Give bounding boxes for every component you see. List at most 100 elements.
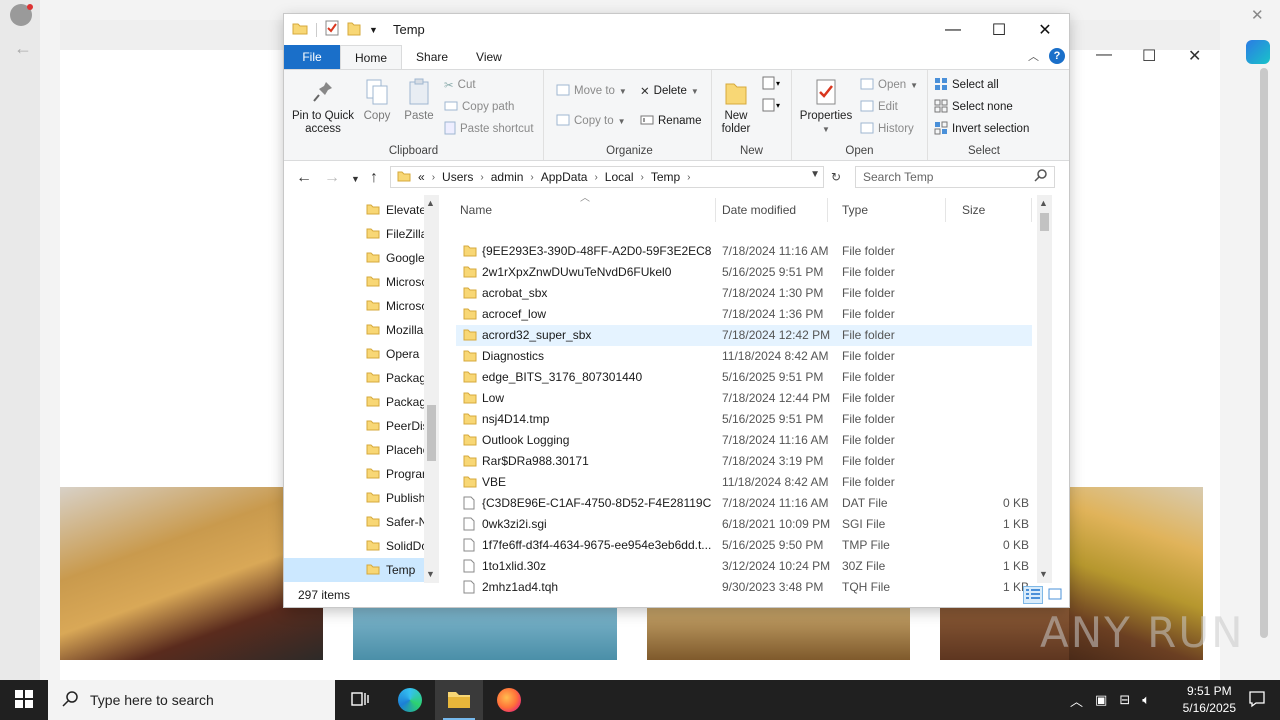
file-scrollbar[interactable]: ▲ ▼ [1037, 195, 1052, 583]
refresh-button[interactable]: ↻ [827, 166, 845, 188]
file-scroll-up-icon[interactable]: ▲ [1039, 198, 1048, 208]
file-row[interactable]: acrocef_low 7/18/2024 1:36 PM File folder [456, 304, 1032, 325]
pin-quick-access-button[interactable]: Pin to Quick access [288, 76, 358, 136]
file-row[interactable]: 2w1rXpxZnwDUwuTeNvdD6FUkel0 5/16/2025 9:5… [456, 262, 1032, 283]
properties-qat-icon[interactable] [325, 20, 339, 39]
file-row[interactable]: acrord32_super_sbx 7/18/2024 12:42 PM File… [456, 325, 1032, 346]
column-header-size[interactable]: Size [948, 198, 1032, 222]
file-row[interactable]: 1to1xlid.30z 3/12/2024 10:24 PM 30Z File 1 … [456, 556, 1032, 577]
breadcrumb-item[interactable]: AppData [541, 170, 588, 184]
file-row[interactable]: Diagnostics 11/18/2024 8:42 AM File folder [456, 346, 1032, 367]
file-row[interactable]: Rar$DRa988.30171 7/18/2024 3:19 PM File fo… [456, 451, 1032, 472]
nav-item[interactable]: Mozilla [284, 318, 424, 342]
forward-button[interactable]: → [324, 169, 340, 187]
copy-to-button[interactable]: Copy to ▼ [556, 112, 626, 130]
address-dropdown-icon[interactable]: ▼ [810, 169, 820, 180]
task-view-button[interactable] [336, 680, 384, 720]
maximize-button[interactable]: ☐ [976, 14, 1022, 45]
start-button[interactable] [0, 680, 48, 720]
nav-item[interactable]: FileZilla [284, 222, 424, 246]
copy-path-button[interactable]: Copy path [444, 98, 514, 116]
file-row[interactable]: VBE 11/18/2024 8:42 AM File folder [456, 472, 1032, 493]
back-arrow-icon[interactable]: ← [14, 38, 32, 59]
nav-item[interactable]: PeerDis [284, 414, 424, 438]
details-view-button[interactable] [1023, 586, 1043, 604]
file-row[interactable]: nsj4D14.tmp 5/16/2025 9:51 PM File folder [456, 409, 1032, 430]
history-button[interactable]: History [860, 120, 914, 138]
nav-item[interactable]: Publish [284, 486, 424, 510]
explorer-taskbar-button[interactable] [435, 680, 483, 720]
browser-minimize-button[interactable]: — [1096, 46, 1112, 64]
breadcrumb-item[interactable]: Users [442, 170, 473, 184]
nav-item[interactable]: Prograr [284, 462, 424, 486]
file-row[interactable]: Outlook Logging 7/18/2024 11:16 AM File fo… [456, 430, 1032, 451]
file-row[interactable]: acrobat_sbx 7/18/2024 1:30 PM File folder [456, 283, 1032, 304]
large-icons-view-button[interactable] [1045, 586, 1065, 604]
help-icon[interactable]: ? [1049, 48, 1065, 64]
recent-locations-button[interactable]: ▼ [351, 174, 360, 184]
file-row[interactable]: 1f7fe6ff-d3f4-4634-9675-ee954e3eb6dd.t..… [456, 535, 1032, 556]
move-to-button[interactable]: Move to ▼ [556, 82, 627, 100]
new-item-icon[interactable]: ▾ [762, 76, 784, 93]
nav-item[interactable]: Elevate [284, 198, 424, 222]
title-bar[interactable]: ▼ Temp — ☐ ✕ [284, 14, 1069, 45]
device-icon[interactable]: ▣ [1095, 692, 1107, 708]
up-button[interactable]: ↑ [370, 169, 378, 187]
file-scroll-down-icon[interactable]: ▼ [1039, 569, 1048, 579]
nav-item[interactable]: Microsc [284, 294, 424, 318]
properties-button[interactable]: Properties ▼ [796, 76, 856, 136]
volume-icon[interactable]: 🔈︎ [1142, 692, 1150, 708]
chicken-photo[interactable] [647, 607, 910, 660]
minimize-button[interactable]: — [930, 14, 976, 45]
notification-icon[interactable] [1248, 690, 1266, 711]
file-row[interactable]: Low 7/18/2024 12:44 PM File folder [456, 388, 1032, 409]
select-none-button[interactable]: Select none [934, 98, 1013, 116]
file-row[interactable]: {9EE293E3-390D-48FF-A2D0-59F3E2EC88... 7/… [456, 241, 1032, 262]
nav-item[interactable]: Temp [284, 558, 424, 582]
open-button[interactable]: Open ▼ [860, 76, 918, 94]
paste-button[interactable]: Paste [402, 76, 436, 123]
nav-scroll-up-icon[interactable]: ▲ [426, 198, 435, 208]
close-button[interactable]: ✕ [1022, 14, 1068, 45]
edge-taskbar-button[interactable] [386, 680, 434, 720]
clock[interactable]: 9:51 PM 5/16/2025 [1183, 683, 1236, 717]
browser-side-close-icon[interactable]: ✕ [1251, 6, 1264, 24]
network-icon[interactable]: ⊟ [1119, 692, 1130, 708]
breadcrumb-separator-icon[interactable]: › [687, 172, 690, 183]
taskbar-search-box[interactable]: Type here to search [48, 680, 335, 720]
rename-button[interactable]: Rename [640, 112, 701, 130]
tab-view[interactable]: View [462, 45, 516, 69]
copy-button[interactable]: Copy [360, 76, 394, 123]
tab-share[interactable]: Share [402, 45, 462, 69]
firefox-taskbar-button[interactable] [485, 680, 533, 720]
browser-close-button[interactable]: ✕ [1188, 46, 1201, 66]
nav-item[interactable]: Packag [284, 390, 424, 414]
file-row[interactable]: edge_BITS_3176_807301440 5/16/2025 9:51 P… [456, 367, 1032, 388]
search-input[interactable]: Search Temp [855, 166, 1055, 188]
breadcrumb-separator-icon[interactable]: › [480, 172, 483, 183]
nav-item[interactable]: Packag [284, 366, 424, 390]
browser-scrollbar[interactable] [1260, 68, 1268, 638]
nav-item[interactable]: Opera [284, 342, 424, 366]
column-header-type[interactable]: Type [828, 198, 946, 222]
nav-scroll-down-icon[interactable]: ▼ [426, 569, 435, 579]
nav-item[interactable]: Safer-N [284, 510, 424, 534]
delete-button[interactable]: ✕ Delete ▼ [640, 82, 699, 100]
address-bar[interactable]: « › Users › admin › AppData › Local › Temp › ▼ [390, 166, 824, 188]
new-folder-button[interactable]: New folder [716, 76, 756, 136]
address-overflow[interactable]: « [418, 170, 425, 184]
invert-selection-button[interactable]: Invert selection [934, 120, 1029, 138]
profile-icon[interactable] [10, 4, 33, 26]
column-header-name[interactable]: Name [446, 198, 716, 222]
edit-button[interactable]: Edit [860, 98, 898, 116]
easy-access-icon[interactable]: ▾ [762, 98, 784, 115]
paste-shortcut-button[interactable]: Paste shortcut [444, 120, 534, 138]
breadcrumb-item[interactable]: Temp [651, 170, 680, 184]
tab-file[interactable]: File [284, 45, 340, 69]
tab-home[interactable]: Home [340, 45, 403, 69]
breadcrumb-separator-icon[interactable]: › [530, 172, 533, 183]
back-button[interactable]: ← [296, 169, 312, 187]
qat-customize-icon[interactable]: ▼ [369, 25, 378, 35]
nav-item[interactable]: SolidDc [284, 534, 424, 558]
copilot-icon[interactable] [1246, 40, 1270, 64]
